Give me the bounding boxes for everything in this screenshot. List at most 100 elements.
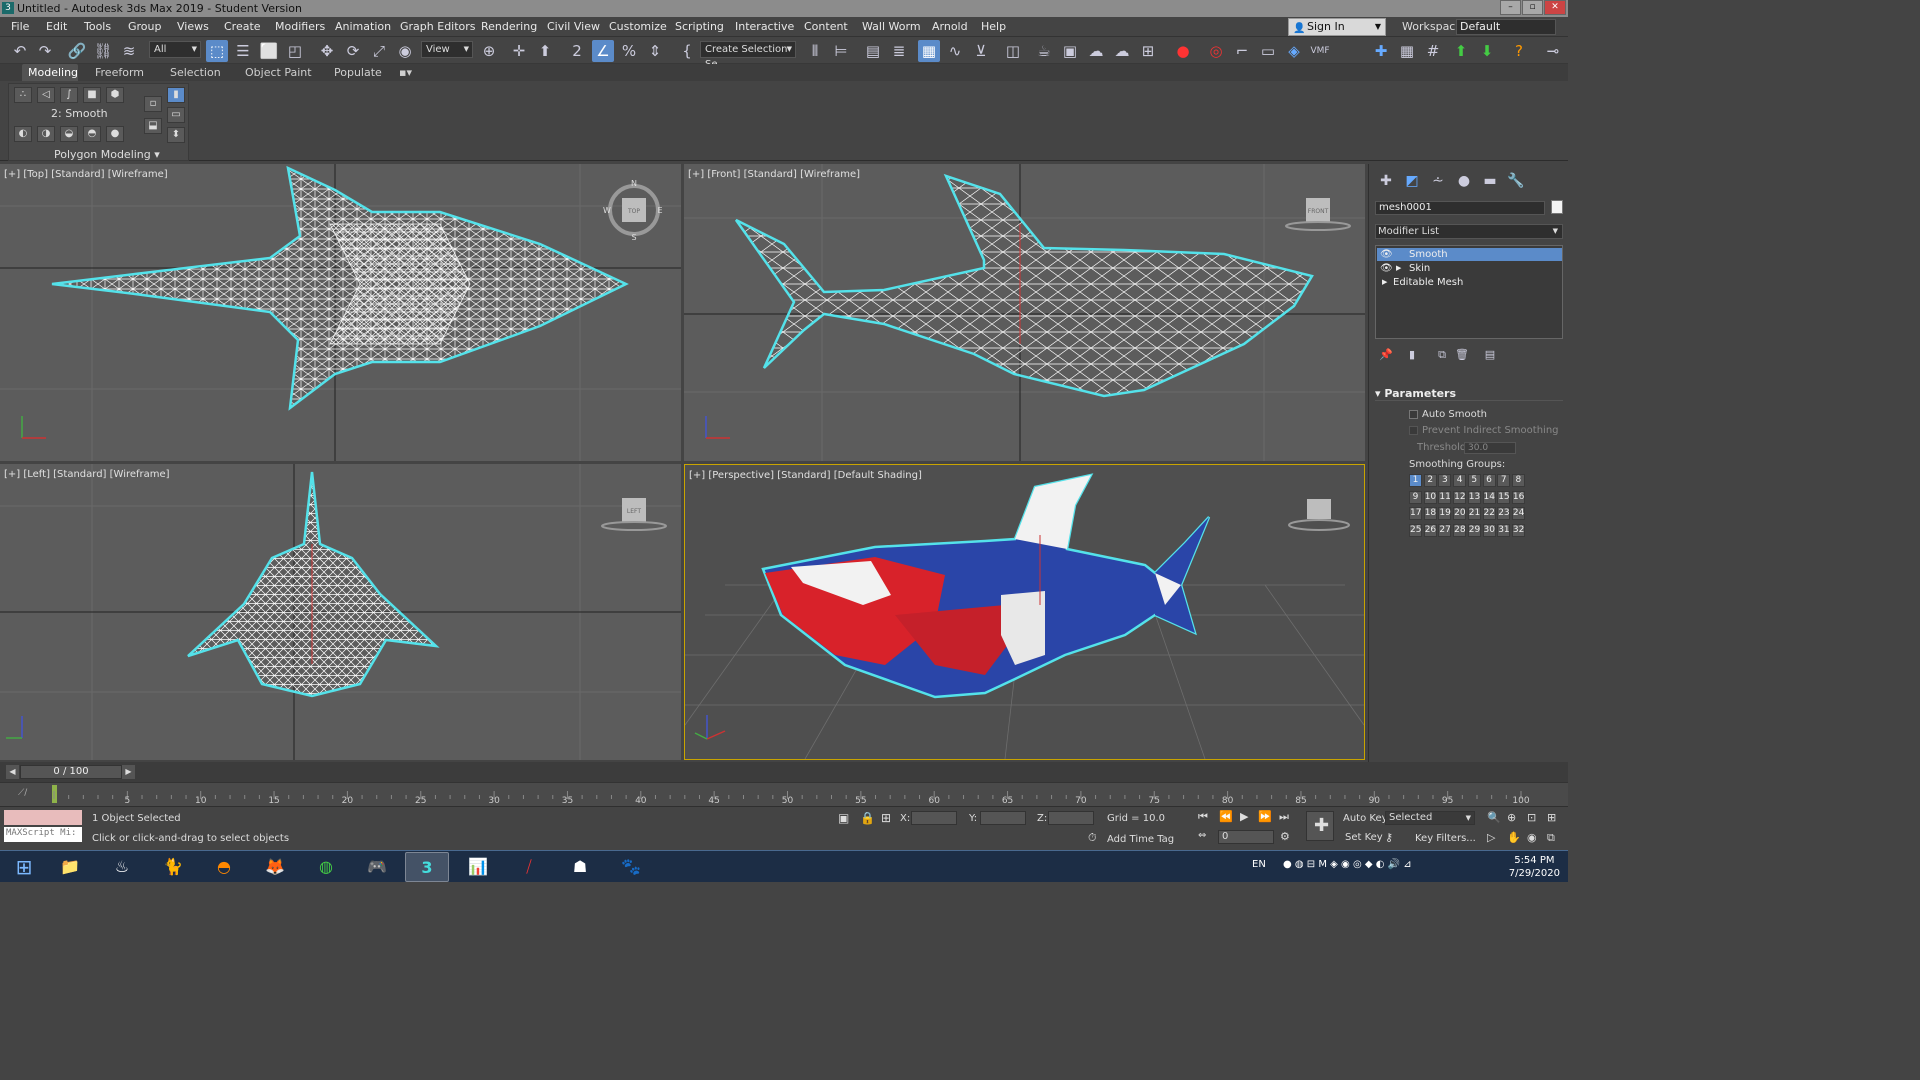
- tab-freeform[interactable]: Freeform: [89, 64, 150, 81]
- hierarchy-tab-icon[interactable]: ⩪: [1427, 170, 1449, 192]
- smoothing-group-button[interactable]: 12: [1453, 490, 1467, 504]
- set-key-button[interactable]: Set Key: [1345, 832, 1383, 843]
- snaps-toggle-icon[interactable]: 2: [566, 40, 588, 62]
- utilities-tab-icon[interactable]: 🔧: [1505, 170, 1527, 192]
- wall-worm-tool-icon[interactable]: ⌐: [1231, 40, 1253, 62]
- add-icon[interactable]: ✚: [1370, 40, 1392, 62]
- arnold-icon[interactable]: ◎: [1205, 40, 1227, 62]
- viewport-front[interactable]: FRONT [+] [Front] [Standard] [Wireframe]: [684, 164, 1365, 461]
- percent-snap-icon[interactable]: %: [618, 40, 640, 62]
- smoothing-group-button[interactable]: 10: [1423, 490, 1437, 504]
- smoothing-group-button[interactable]: 19: [1438, 507, 1452, 520]
- go-to-end-icon[interactable]: ⏭: [1279, 810, 1289, 824]
- smoothing-group-button[interactable]: 11: [1438, 490, 1452, 504]
- ribbon-side-tool-1-icon[interactable]: ▫: [144, 96, 162, 112]
- smoothing-group-button[interactable]: 32: [1511, 523, 1525, 537]
- render-iterative-icon[interactable]: ☁: [1111, 40, 1133, 62]
- go-to-start-icon[interactable]: ⏮: [1198, 810, 1208, 824]
- auto-key-button[interactable]: Auto Key: [1343, 813, 1388, 824]
- menu-file[interactable]: File: [11, 17, 29, 37]
- parameters-rollout[interactable]: ▾ Parameters: [1375, 387, 1563, 401]
- lock-stack-icon[interactable]: ◐: [14, 126, 32, 142]
- menu-wall-worm[interactable]: Wall Worm: [862, 17, 921, 37]
- spreadsheet-icon[interactable]: 📊: [456, 852, 500, 882]
- create-tab-icon[interactable]: ✚: [1375, 170, 1397, 192]
- expand-triangle-icon[interactable]: ▶: [1396, 262, 1401, 275]
- stack-item-editable-mesh[interactable]: ▶ Editable Mesh: [1377, 276, 1562, 289]
- export-icon[interactable]: ▭: [1257, 40, 1279, 62]
- menu-views[interactable]: Views: [177, 17, 209, 37]
- make-unique-icon[interactable]: ◒: [60, 126, 78, 142]
- key-filter-icon[interactable]: ⚷: [1385, 831, 1393, 844]
- scale-icon[interactable]: ⤢: [368, 40, 390, 62]
- smoothing-group-button[interactable]: 1: [1409, 474, 1422, 487]
- menu-tools[interactable]: Tools: [84, 17, 111, 37]
- mirror-icon[interactable]: ⫴: [804, 40, 826, 62]
- smoothing-group-button[interactable]: 5: [1467, 474, 1481, 487]
- smoothing-group-button[interactable]: 17: [1409, 507, 1422, 520]
- rendered-frame-window-icon[interactable]: ▣: [1059, 40, 1081, 62]
- smoothing-group-button[interactable]: 16: [1511, 490, 1525, 504]
- select-by-name-icon[interactable]: ☰: [232, 40, 254, 62]
- menu-animation[interactable]: Animation: [335, 17, 391, 37]
- mask-app-icon[interactable]: ☗: [558, 852, 602, 882]
- smoothing-group-button[interactable]: 20: [1453, 507, 1467, 520]
- smoothing-group-button[interactable]: 8: [1511, 474, 1525, 487]
- maxscript-listener-output[interactable]: [4, 810, 82, 825]
- remove-modifier-icon[interactable]: ◓: [83, 126, 101, 142]
- named-selection-dropdown[interactable]: Create Selection Se▼: [700, 41, 796, 70]
- tray-icons[interactable]: ● ◍ ⊟ M ◈ ◉ ◎ ◆ ◐ 🔊 ⊿: [1283, 859, 1412, 870]
- tab-modeling[interactable]: Modeling: [22, 64, 78, 81]
- smoothing-group-button[interactable]: 27: [1438, 523, 1452, 537]
- viewport-front-label[interactable]: [+] [Front] [Standard] [Wireframe]: [688, 169, 860, 180]
- track-bar-curve-icon[interactable]: ⟋/: [18, 788, 27, 798]
- smoothing-group-button[interactable]: 21: [1467, 507, 1481, 520]
- discord-icon[interactable]: 🎮: [355, 852, 399, 882]
- ribbon-side-tool-5-icon[interactable]: ⬍: [167, 127, 185, 143]
- smoothing-group-button[interactable]: 18: [1423, 507, 1437, 520]
- vertex-icon[interactable]: ∴: [14, 87, 32, 103]
- window-crossing-icon[interactable]: ◰: [284, 40, 306, 62]
- reference-coordinate-dropdown[interactable]: View ▼: [421, 41, 473, 58]
- edit-named-selection-icon[interactable]: {: [676, 40, 698, 62]
- viewport-perspective[interactable]: [+] [Perspective] [Standard] [Default Sh…: [684, 464, 1365, 760]
- smoothing-group-button[interactable]: 29: [1467, 523, 1481, 537]
- object-color-swatch[interactable]: [1551, 200, 1563, 214]
- pivot-center-icon[interactable]: ⊕: [478, 40, 500, 62]
- keyboard-shortcut-override-icon[interactable]: ⬆: [534, 40, 556, 62]
- time-slider[interactable]: 0 / 100: [20, 765, 122, 779]
- zoom-extents-icon[interactable]: ⊡: [1527, 811, 1536, 824]
- y-coord-field[interactable]: [980, 811, 1026, 825]
- key-mode-toggle-icon[interactable]: ⇔: [1198, 830, 1206, 841]
- key-filters-button[interactable]: Key Filters...: [1415, 833, 1476, 844]
- menu-help[interactable]: Help: [981, 17, 1006, 37]
- configure-modifier-icon[interactable]: ●: [106, 126, 124, 142]
- cat-app-icon[interactable]: 🐈: [151, 852, 195, 882]
- smoothing-group-button[interactable]: 23: [1497, 507, 1511, 520]
- zoom-icon[interactable]: 🔍: [1487, 811, 1501, 824]
- pan-icon[interactable]: ✋: [1507, 831, 1521, 844]
- menu-arnold[interactable]: Arnold: [932, 17, 968, 37]
- firefox-icon[interactable]: 🦊: [253, 852, 297, 882]
- render-setup-icon[interactable]: ☕: [1033, 40, 1055, 62]
- pin-stack-icon[interactable]: 📌: [1375, 344, 1397, 366]
- acrobat-icon[interactable]: ⧸: [507, 852, 551, 882]
- smoothing-group-button[interactable]: 26: [1423, 523, 1437, 537]
- tab-selection[interactable]: Selection: [164, 64, 227, 81]
- app-icon[interactable]: 3: [2, 2, 14, 14]
- file-explorer-icon[interactable]: 📁: [48, 852, 92, 882]
- x-coord-field[interactable]: [911, 811, 957, 825]
- system-clock[interactable]: 5:54 PM 7/29/2020: [1509, 854, 1560, 880]
- polygon-icon[interactable]: ■: [83, 87, 101, 103]
- gimp-icon[interactable]: 🐾: [609, 852, 653, 882]
- ribbon-toggle-icon[interactable]: ▦: [918, 40, 940, 62]
- next-frame-icon[interactable]: ⏩: [1258, 810, 1272, 823]
- redo-icon[interactable]: ↷: [34, 40, 56, 62]
- zoom-all-icon[interactable]: ⊕: [1507, 811, 1516, 824]
- steam-icon[interactable]: ♨: [100, 852, 144, 882]
- modify-tab-icon[interactable]: ◩: [1401, 170, 1423, 192]
- selection-filter-dropdown[interactable]: All ▼: [149, 41, 201, 58]
- smoothing-group-button[interactable]: 13: [1467, 490, 1481, 504]
- angle-snap-icon[interactable]: ∠: [592, 40, 614, 62]
- smoothing-group-button[interactable]: 3: [1438, 474, 1452, 487]
